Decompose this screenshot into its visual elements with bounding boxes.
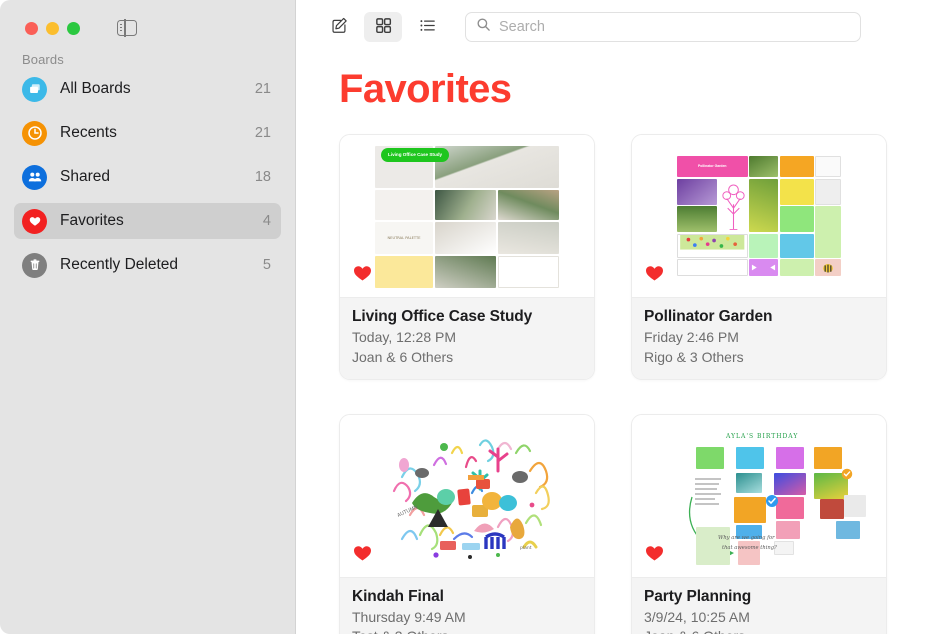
sidebar-item-label: All Boards [60,80,131,97]
zoom-button[interactable] [67,21,80,35]
board-title: Living Office Case Study [352,308,533,325]
board-title: Pollinator Garden [644,308,773,325]
boards-icon [22,76,47,102]
board-date: Thursday 9:49 AM [352,608,466,625]
board-thumbnail: AUTUMN plant [340,414,594,577]
sidebar-item-count: 21 [254,81,271,97]
board-meta: Kindah Final Thursday 9:49 AM Test & 3 O… [340,576,594,634]
sidebar-item-count: 4 [262,213,271,229]
trash-icon [22,252,47,278]
board-participants: Joan & 6 Others [352,348,454,365]
people-icon [22,164,47,190]
board-card[interactable]: AYLA'S BIRTHDAY Why are we going for tha… [631,413,887,634]
svg-text:AUTUMN: AUTUMN [396,504,419,518]
board-title: Kindah Final [352,587,444,605]
board-date: Today, 12:28 PM [352,328,457,345]
thumbnail-pill-label: Pollinator Garden [677,156,748,177]
main-content: Search Favorites Living Office Case Stud… [296,0,932,634]
handwritten-title: AYLA'S BIRTHDAY [726,432,799,440]
handwritten-note-line-1: Why are we going for [718,534,775,541]
board-title: Party Planning [644,587,752,605]
board-participants: Joan & 6 Others [644,627,874,634]
board-card[interactable]: AUTUMN plant Kindah Final Thursday 9:49 … [339,413,595,634]
board-meta: Living Office Case Study Today, 12:28 PM… [340,297,594,379]
favorite-badge[interactable] [644,543,665,568]
search-field[interactable]: Search [465,12,861,42]
sidebar-nav: All Boards 21 Recents 21 Shared 18 Favor… [0,71,295,283]
clock-icon [22,120,47,146]
sidebar-item-count: 18 [254,169,271,185]
sidebar-item-recents[interactable]: Recents 21 [14,115,281,151]
search-placeholder: Search [499,19,545,35]
boards-grid: Living Office Case Study NEUTRAL PALETTE [296,110,932,634]
svg-text:plant: plant [520,545,532,551]
board-card[interactable]: Living Office Case Study NEUTRAL PALETTE [339,134,595,380]
sidebar-item-recently-deleted[interactable]: Recently Deleted 5 [14,247,281,283]
search-icon [476,17,491,37]
sidebar: Boards All Boards 21 Recents 21 Shared 1… [0,0,296,634]
sidebar-item-count: 21 [254,125,271,141]
sidebar-item-label: Shared [60,168,110,185]
board-date: Friday 2:46 PM [644,328,739,345]
compose-button[interactable] [320,12,358,42]
board-meta: Pollinator Garden Friday 2:46 PM Rigo & … [632,297,886,379]
window-controls [0,0,295,37]
board-meta: Party Planning 3/9/24, 10:25 AM Joan & 6… [632,576,886,634]
doodle-canvas: AUTUMN plant [380,431,555,561]
check-badge-icon [766,494,778,507]
close-button[interactable] [25,21,38,35]
list-view-button[interactable] [408,12,446,42]
sidebar-section-title: Boards [22,52,64,67]
page-title: Favorites [339,67,512,111]
heart-icon [22,208,47,234]
list-icon [418,16,437,38]
board-card[interactable]: Pollinator Garden Pollinator Garden Frid… [631,134,887,380]
thumbnail-pill-label: Living Office Case Study [381,148,450,162]
compose-icon [330,16,349,38]
sidebar-item-label: Favorites [60,212,124,229]
board-date: 3/9/24, 10:25 AM [644,608,750,625]
favorite-badge[interactable] [352,263,373,288]
board-thumbnail: Pollinator Garden [632,135,886,297]
grid-icon [374,16,393,38]
board-participants: Test & 3 Others [352,627,582,634]
sidebar-item-label: Recents [60,124,117,141]
sidebar-item-shared[interactable]: Shared 18 [14,159,281,195]
sidebar-item-all-boards[interactable]: All Boards 21 [14,71,281,107]
sidebar-item-label: Recently Deleted [60,256,179,273]
sidebar-toggle-icon[interactable] [117,19,137,37]
handwritten-note-line-2: that awesome thing? [722,544,777,551]
board-participants: Rigo & 3 Others [644,348,744,365]
minimize-button[interactable] [46,21,59,35]
app-window: Boards All Boards 21 Recents 21 Shared 1… [0,0,932,634]
sidebar-item-count: 5 [262,257,271,273]
board-thumbnail: Living Office Case Study NEUTRAL PALETTE [340,135,594,297]
favorite-badge[interactable] [352,543,373,568]
board-thumbnail: AYLA'S BIRTHDAY Why are we going for tha… [632,414,886,577]
sidebar-item-favorites[interactable]: Favorites 4 [14,203,281,239]
toolbar: Search [296,0,932,54]
grid-view-button[interactable] [364,12,402,42]
favorite-badge[interactable] [644,263,665,288]
check-badge-icon [841,468,853,479]
